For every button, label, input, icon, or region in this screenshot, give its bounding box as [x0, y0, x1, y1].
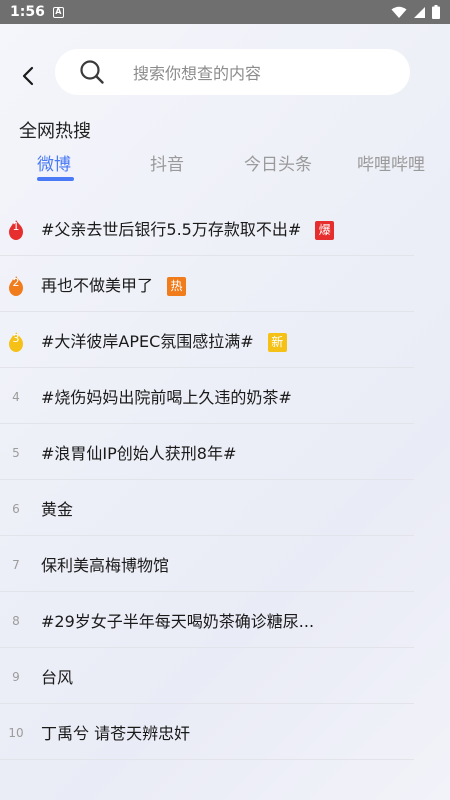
wifi-icon	[391, 6, 407, 18]
list-item[interactable]: 3 #大洋彼岸APEC氛围感拉满# 新	[0, 312, 414, 368]
hot-title: #父亲去世后银行5.5万存款取不出# 爆	[41, 216, 335, 240]
hot-title-text: #大洋彼岸APEC氛围感拉满#	[41, 331, 254, 351]
rank-number: 3	[12, 332, 20, 345]
hot-title: 保利美高梅博物馆	[41, 555, 170, 575]
list-item[interactable]: 7 保利美高梅博物馆	[0, 536, 414, 592]
section-title: 全网热搜	[19, 121, 91, 142]
rank-number: 10	[8, 726, 24, 740]
tab-douyin[interactable]: 抖音	[150, 150, 184, 175]
list-item[interactable]: 10 丁禹兮 请苍天辨忠奸	[0, 704, 414, 760]
hot-title: 台风	[41, 667, 74, 687]
rank-number: 2	[12, 276, 20, 289]
hot-title-text: #父亲去世后银行5.5万存款取不出#	[41, 219, 302, 239]
chevron-left-icon	[22, 66, 34, 86]
list-item[interactable]: 5 #浪胃仙IP创始人获刑8年#	[0, 424, 414, 480]
list-item[interactable]: 1 #父亲去世后银行5.5万存款取不出# 爆	[0, 200, 414, 256]
hot-title: 黄金	[41, 499, 74, 519]
rank-number: 6	[12, 502, 20, 516]
hot-title: #浪胃仙IP创始人获刑8年#	[41, 443, 237, 463]
battery-icon	[432, 5, 440, 19]
list-item[interactable]: 2 再也不做美甲了热	[0, 256, 414, 312]
hot-search-list: 1 #父亲去世后银行5.5万存款取不出# 爆 2 再也不做美甲了热 3 #大洋彼岸…	[0, 200, 450, 760]
hot-title: 再也不做美甲了热	[41, 272, 187, 296]
back-button[interactable]	[14, 62, 42, 90]
tab-bilibili[interactable]: 哔哩哔哩	[357, 150, 425, 175]
status-time: 1:56	[10, 4, 45, 20]
rank-number: 1	[12, 220, 20, 233]
hot-tag-badge: 爆	[315, 220, 335, 240]
search-icon	[80, 60, 104, 84]
hot-tag-badge: 热	[167, 276, 187, 296]
signal-icon	[414, 6, 425, 18]
hot-title: #29岁女子半年每天喝奶茶确诊糖尿...	[41, 611, 315, 631]
search-placeholder: 搜索你想查的内容	[133, 64, 262, 83]
hot-title: #烧伤妈妈出院前喝上久违的奶茶#	[41, 387, 292, 407]
hot-title: 丁禹兮 请苍天辨忠奸	[41, 723, 191, 743]
hot-tag-badge: 新	[267, 332, 287, 352]
list-item[interactable]: 8 #29岁女子半年每天喝奶茶确诊糖尿...	[0, 592, 414, 648]
hot-title-text: 再也不做美甲了	[41, 275, 154, 295]
rank-number: 8	[12, 614, 20, 628]
status-bar: 1:56 A	[0, 0, 450, 24]
search-header: 搜索你想查的内容	[0, 24, 450, 120]
list-item[interactable]: 6 黄金	[0, 480, 414, 536]
hot-title: #大洋彼岸APEC氛围感拉满# 新	[41, 328, 287, 352]
search-input[interactable]: 搜索你想查的内容	[55, 49, 410, 95]
list-item[interactable]: 4 #烧伤妈妈出院前喝上久违的奶茶#	[0, 368, 414, 424]
tab-weibo[interactable]: 微博	[37, 150, 71, 175]
rank-number: 4	[12, 390, 20, 404]
list-item[interactable]: 9 台风	[0, 648, 414, 704]
rank-number: 7	[12, 558, 20, 572]
rank-number: 5	[12, 446, 20, 460]
active-tab-indicator	[37, 177, 74, 181]
rank-number: 9	[12, 670, 20, 684]
notification-a-icon: A	[52, 6, 64, 18]
tab-toutiao[interactable]: 今日头条	[244, 150, 312, 175]
